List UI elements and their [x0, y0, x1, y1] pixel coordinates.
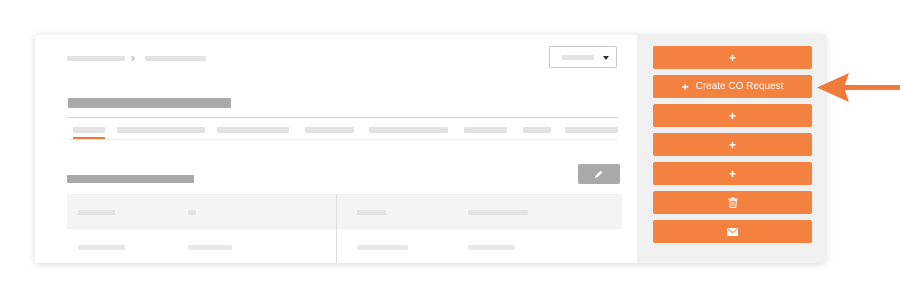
- page-title-placeholder: [68, 98, 231, 108]
- pencil-icon: [595, 170, 603, 178]
- page-card: › + + Create CO Request + + +: [35, 35, 825, 263]
- add-button-1[interactable]: +: [653, 46, 812, 69]
- callout-arrow-icon: [817, 73, 900, 102]
- caret-down-icon: [603, 56, 609, 60]
- plus-icon: +: [728, 166, 736, 181]
- add-button-2[interactable]: +: [653, 104, 812, 127]
- table-cell-placeholder: [188, 245, 232, 250]
- email-button[interactable]: [653, 220, 812, 243]
- dropdown-label-placeholder: [562, 55, 594, 60]
- add-button-3[interactable]: +: [653, 133, 812, 156]
- table-cell-placeholder: [78, 245, 125, 250]
- add-button-4[interactable]: +: [653, 162, 812, 185]
- main-content: ›: [35, 35, 637, 263]
- tab-placeholder[interactable]: [464, 127, 507, 133]
- breadcrumb-separator: ›: [131, 51, 135, 65]
- plus-icon: +: [728, 108, 736, 123]
- envelope-icon: [727, 227, 738, 236]
- tab-placeholder[interactable]: [305, 127, 354, 133]
- edit-button[interactable]: [578, 164, 620, 184]
- title-divider: [68, 117, 618, 118]
- tabs-divider: [68, 139, 618, 140]
- tab-placeholder[interactable]: [217, 127, 289, 133]
- table-cell-placeholder: [357, 210, 386, 215]
- breadcrumb-item-placeholder[interactable]: [67, 56, 125, 61]
- tab-placeholder[interactable]: [117, 127, 205, 133]
- section-title-placeholder: [67, 175, 194, 183]
- tab-placeholder[interactable]: [565, 127, 618, 133]
- table-column-divider: [336, 194, 337, 263]
- actions-sidebar: + + Create CO Request + + +: [637, 35, 825, 263]
- plus-icon: +: [728, 50, 736, 65]
- tab-placeholder[interactable]: [523, 127, 551, 133]
- breadcrumb-item-placeholder[interactable]: [145, 56, 206, 61]
- tab-placeholder-active[interactable]: [73, 127, 105, 133]
- table-row: [67, 228, 622, 263]
- table-header: [67, 194, 622, 228]
- table-cell-placeholder: [468, 210, 528, 215]
- actions-dropdown[interactable]: [549, 46, 617, 68]
- plus-icon: +: [728, 137, 736, 152]
- table-cell-placeholder: [188, 210, 196, 215]
- delete-button[interactable]: [653, 191, 812, 214]
- table-cell-placeholder: [78, 210, 115, 215]
- create-co-request-button[interactable]: + Create CO Request: [653, 75, 812, 98]
- tab-placeholder[interactable]: [369, 127, 448, 133]
- plus-icon: +: [681, 79, 689, 94]
- create-co-request-label: Create CO Request: [695, 81, 784, 92]
- table-cell-placeholder: [468, 245, 515, 250]
- trash-icon: [728, 197, 737, 208]
- table-cell-placeholder: [357, 245, 408, 250]
